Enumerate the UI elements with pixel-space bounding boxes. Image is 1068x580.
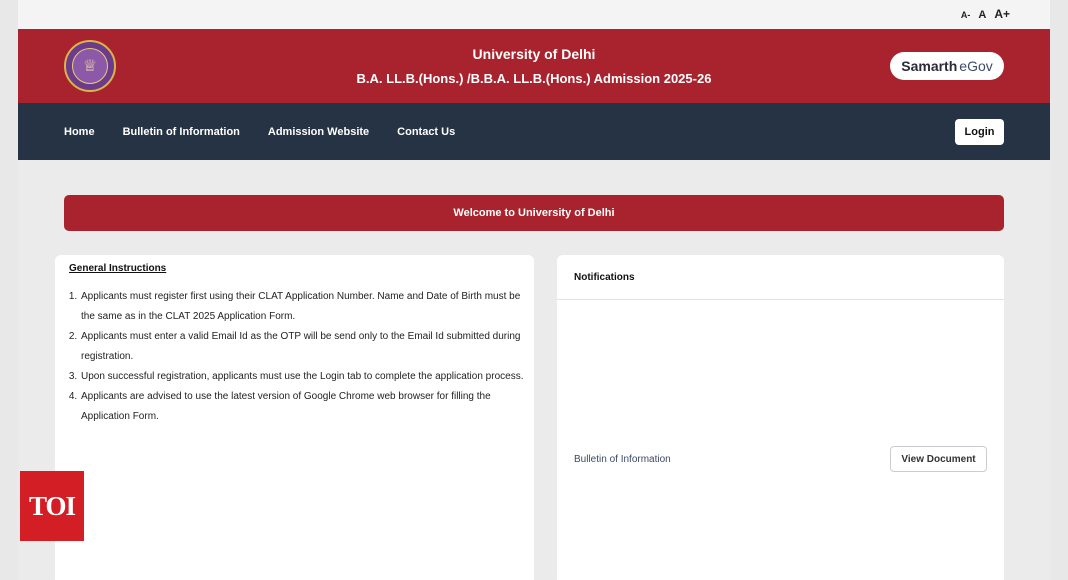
font-normal-button[interactable]: A: [978, 9, 986, 21]
instruction-item: Applicants must register first using the…: [80, 287, 525, 327]
main-nav: Home Bulletin of Information Admission W…: [18, 103, 1050, 160]
nav-item-home[interactable]: Home: [64, 126, 95, 138]
notifications-title: Notifications: [557, 255, 1004, 300]
nav-item-admission-website[interactable]: Admission Website: [268, 126, 369, 138]
font-size-controls: A- A A+: [961, 7, 1010, 21]
nav-item-bulletin[interactable]: Bulletin of Information: [123, 126, 240, 138]
utility-bar: A- A A+: [18, 0, 1050, 29]
font-decrease-button[interactable]: A-: [961, 10, 971, 20]
notification-label: Bulletin of Information: [574, 453, 671, 465]
instruction-item: Applicants must enter a valid Email Id a…: [80, 327, 525, 367]
welcome-banner: Welcome to University of Delhi: [64, 195, 1004, 231]
general-instructions-card: General Instructions Applicants must reg…: [55, 255, 534, 580]
instruction-item: Applicants are advised to use the latest…: [80, 387, 525, 427]
page-container: A- A A+ ♕ University of Delhi B.A. LL.B.…: [18, 0, 1050, 580]
brand-egov: eGov: [959, 58, 993, 74]
samarth-egov-logo[interactable]: Samarth eGov: [890, 52, 1004, 80]
view-document-button[interactable]: View Document: [890, 446, 987, 472]
instructions-list: Applicants must register first using the…: [69, 287, 523, 427]
instruction-item: Upon successful registration, applicants…: [80, 367, 525, 387]
font-increase-button[interactable]: A+: [994, 7, 1010, 21]
toi-watermark-logo: TOI: [20, 471, 84, 541]
welcome-text: Welcome to University of Delhi: [453, 207, 615, 219]
login-button[interactable]: Login: [955, 119, 1004, 145]
brand-samarth: Samarth: [901, 58, 958, 74]
nav-items: Home Bulletin of Information Admission W…: [64, 103, 455, 160]
notification-row: Bulletin of Information View Document: [574, 446, 987, 472]
nav-item-contact-us[interactable]: Contact Us: [397, 126, 455, 138]
general-instructions-title: General Instructions: [69, 263, 167, 274]
notifications-card: Notifications Bulletin of Information Vi…: [557, 255, 1004, 580]
site-header: ♕ University of Delhi B.A. LL.B.(Hons.) …: [18, 29, 1050, 103]
